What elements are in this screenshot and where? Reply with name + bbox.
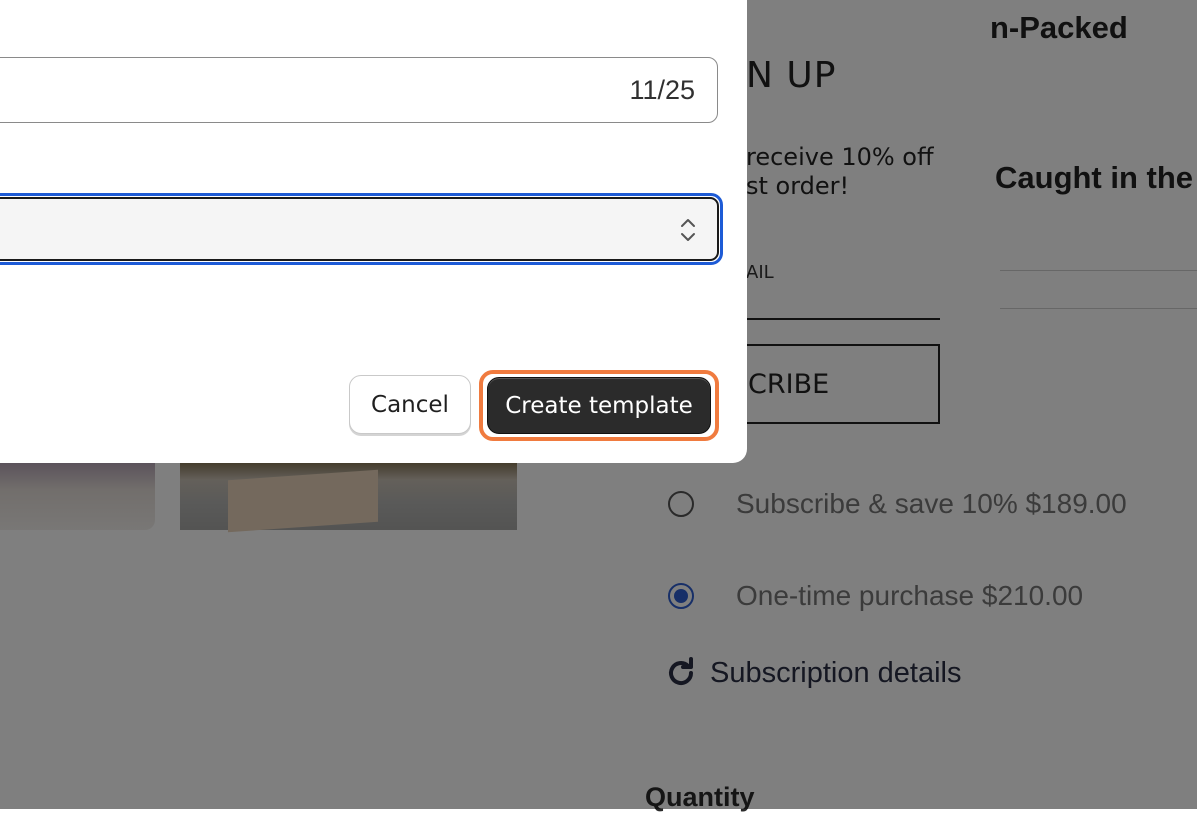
- select-chevrons-icon: [681, 219, 695, 241]
- create-template-button[interactable]: Create template: [487, 377, 711, 434]
- character-count: 11/25: [629, 75, 695, 105]
- template-name-input[interactable]: 11/25: [0, 57, 718, 123]
- cancel-button[interactable]: Cancel: [349, 375, 471, 434]
- template-select[interactable]: [0, 193, 723, 265]
- template-select-box[interactable]: [0, 197, 719, 261]
